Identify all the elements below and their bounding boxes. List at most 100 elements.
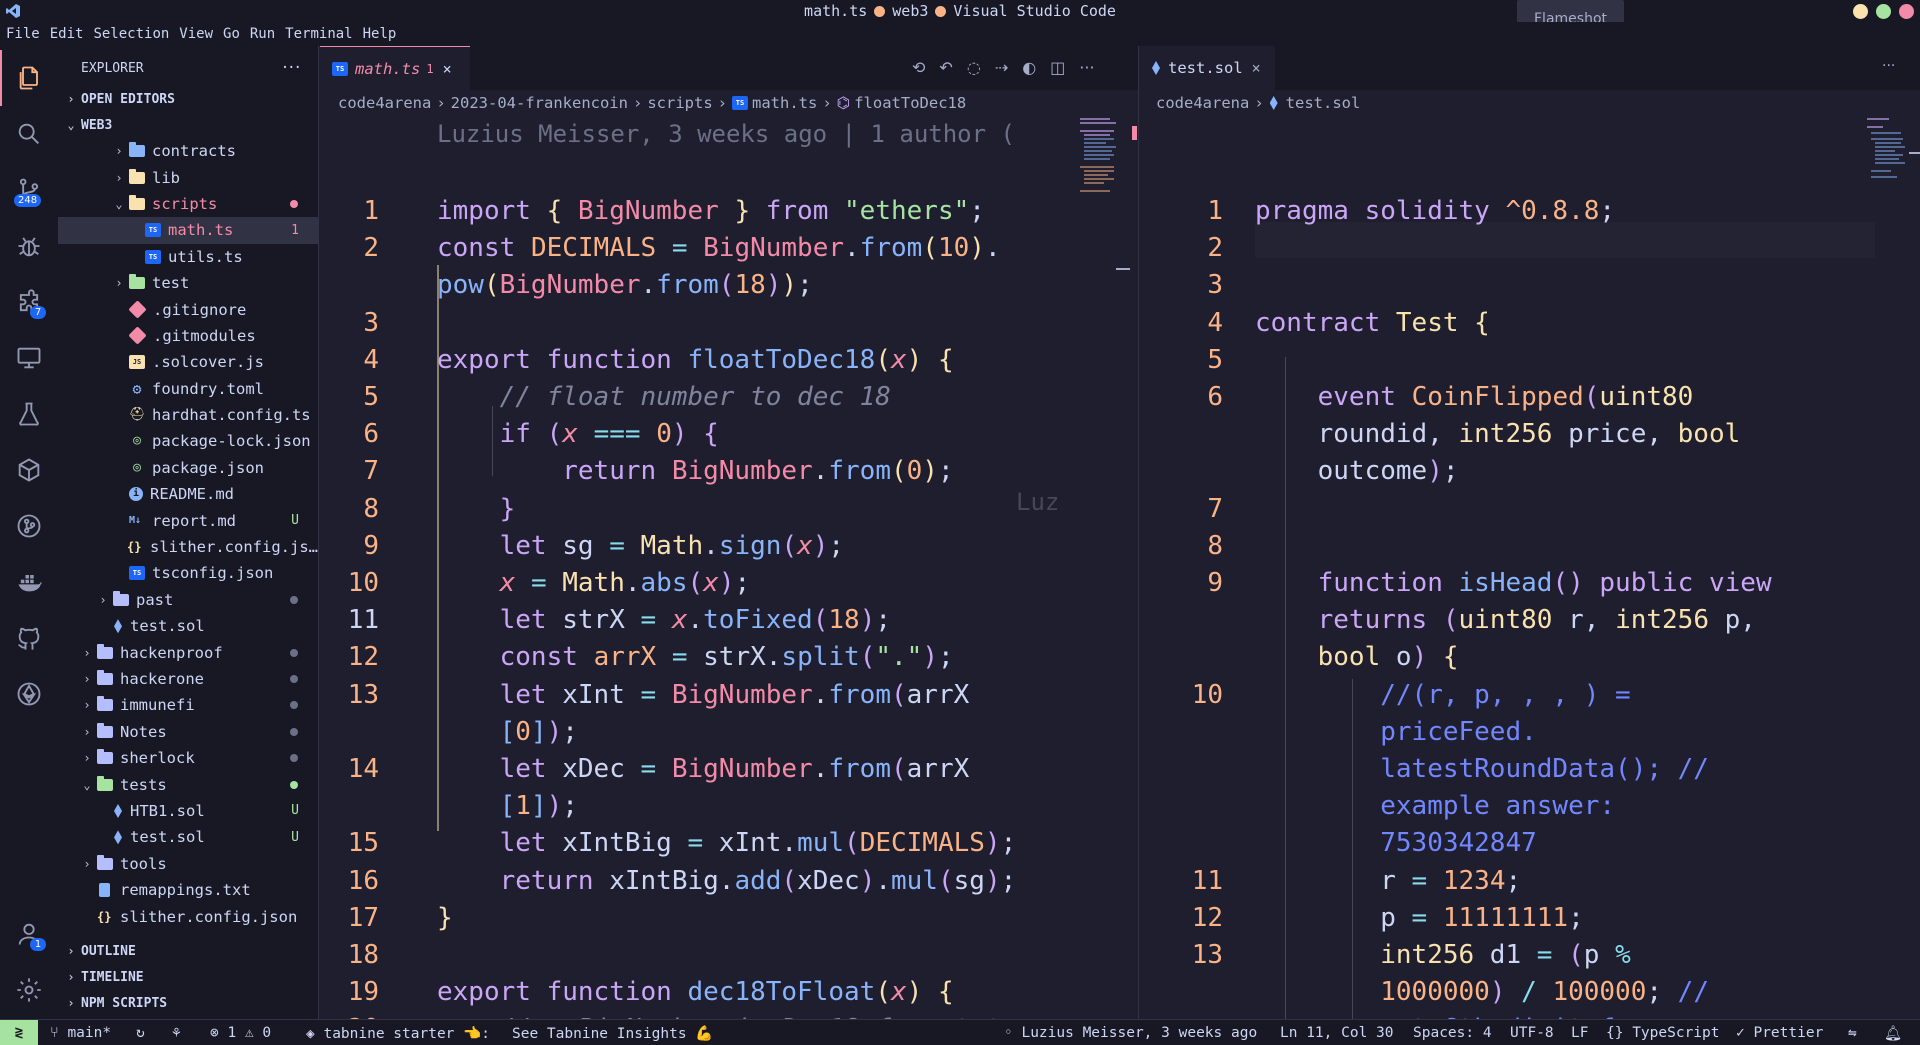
menu-run[interactable]: Run [250,26,275,42]
code-line[interactable]: latestRoundData(); // [1255,751,1709,788]
code-line[interactable]: outcome); [1255,453,1459,490]
tree-item[interactable]: .gitmodules [58,323,318,349]
code-line[interactable]: return BigNumber.from(0); [437,453,953,490]
open-editors-section[interactable]: › OPEN EDITORS [58,86,318,112]
code-line[interactable]: priceFeed. [1255,714,1537,751]
code-line[interactable]: return xIntBig.add(xDec).mul(sg); [437,863,1017,900]
tabnine-insights[interactable]: See Tabnine Insights 💪 [512,1025,713,1042]
tree-item[interactable]: test.sol [58,613,318,639]
remote-indicator-button[interactable]: ≷ [0,1020,38,1045]
tree-item[interactable]: › hackenproof [58,639,318,665]
code-line[interactable]: let xIntBig = xInt.mul(DECIMALS); [437,825,1017,862]
language-status[interactable]: {} TypeScript [1606,1025,1720,1041]
more-actions-icon[interactable]: ··· [1079,58,1094,77]
code-line[interactable]: roundid, int256 price, bool [1255,416,1741,453]
code-line[interactable]: //(r, p, , , ) = [1255,677,1630,714]
code-line[interactable]: r = 1234; [1255,863,1521,900]
code-line[interactable]: contract Test { [1255,305,1490,342]
codelens-blame[interactable]: Luzius Meisser, 3 weeks ago | 1 author (… [437,116,1017,153]
code-line[interactable]: let xDec = BigNumber.from(arrX [437,751,970,788]
code-line[interactable]: let strX = x.toFixed(18); [437,602,891,639]
breadcrumb-item[interactable]: scripts [647,94,712,112]
tree-item[interactable]: › test [58,270,318,296]
menu-go[interactable]: Go [223,26,240,42]
remote-explorer-activity[interactable] [0,330,58,386]
encoding-status[interactable]: UTF-8 [1510,1025,1554,1041]
code-line[interactable]: function isHead() public view [1255,565,1772,602]
history-icon[interactable]: ⟲ [912,58,925,77]
branch-status[interactable]: ⑂ main* [50,1025,111,1041]
tree-item[interactable]: ◎ package-lock.json [58,428,318,454]
tree-item[interactable]: › past [58,587,318,613]
git-graph-status-icon[interactable]: ⚘ [172,1025,181,1041]
ethereum-activity[interactable] [0,666,58,722]
breadcrumb-item[interactable]: math.ts [752,94,817,112]
more-actions-icon[interactable]: ··· [1882,58,1895,74]
code-line[interactable]: if (x === 0) { [437,416,719,453]
code-line[interactable]: example answer: [1255,788,1615,825]
minimize-button[interactable] [1853,4,1868,19]
tree-item[interactable]: HTB1.sol U [58,798,318,824]
tree-item[interactable]: ◎ package.json [58,455,318,481]
tree-item[interactable]: ⚙ foundry.toml [58,376,318,402]
code-line[interactable]: pragma solidity ^0.8.8; [1255,193,1615,230]
code-line[interactable]: } [437,900,453,937]
explorer-activity[interactable] [0,50,58,106]
maximize-button[interactable] [1876,4,1891,19]
gitlens-icon[interactable]: ◐ [1022,58,1036,77]
tree-item[interactable]: TS math.ts 1 [58,217,318,244]
code-line[interactable]: x = Math.abs(x); [437,565,751,602]
eol-status[interactable]: LF [1571,1025,1588,1041]
settings-activity[interactable] [0,962,58,1018]
code-line[interactable]: get 6th digit from [1255,1011,1662,1019]
breadcrumb-item[interactable]: test.sol [1286,94,1361,112]
close-window-button[interactable] [1899,4,1914,19]
code-line[interactable]: [1]); [437,788,578,825]
source-control-activity[interactable]: 248 [0,162,58,218]
breadcrumb-item[interactable]: code4arena [338,94,431,112]
code-line[interactable]: let xInt = BigNumber.from(arrX [437,677,970,714]
code-line[interactable]: } [437,491,516,528]
workspace-section[interactable]: ⌄ WEB3 [58,112,318,138]
code-line[interactable]: event CoinFlipped(uint80 [1255,379,1694,416]
tree-item[interactable]: › immunefi [58,692,318,718]
docker-activity[interactable] [0,554,58,610]
tree-item[interactable]: .gitignore [58,296,318,322]
blame-status[interactable]: ◦ Luzius Meisser, 3 weeks ago [1004,1025,1257,1041]
tree-item[interactable]: {} slither.config.json [58,903,318,929]
code-line[interactable]: let sg = Math.sign(x); [437,528,844,565]
code-line[interactable]: p = 11111111; [1255,900,1584,937]
tab-math-ts[interactable]: TS math.ts 1 × [320,46,470,90]
diff-previous-icon[interactable]: ↶ [939,58,952,77]
code-line[interactable]: //x: BigNumber in Dec18 format to [437,1011,1017,1019]
tree-item[interactable]: TS tsconfig.json [58,560,318,586]
code-line[interactable]: [0]); [437,714,578,751]
menu-file[interactable]: File [6,26,40,42]
git-commit-icon[interactable]: ◌ [967,58,981,77]
code-line[interactable]: int256 d1 = (p % [1255,937,1630,974]
tree-item[interactable]: › sherlock [58,745,318,771]
notifications-bell-icon[interactable]: 🔔︎ [1884,1025,1902,1042]
code-line[interactable]: bool o) { [1255,639,1459,676]
tree-item[interactable]: {} slither.config.js… [58,534,318,560]
github-activity[interactable] [0,610,58,666]
code-line[interactable]: returns (uint80 r, int256 p, [1255,602,1756,639]
extensions-activity[interactable]: 7 [0,274,58,330]
tree-item[interactable]: › lib [58,164,318,190]
code-line[interactable]: const arrX = strX.split("."); [437,639,954,676]
tree-item[interactable]: ⌄ scripts [58,191,318,217]
menu-edit[interactable]: Edit [50,26,84,42]
git-compare-icon[interactable]: ⇢ [995,58,1008,77]
right-minimap[interactable] [1867,116,1911,256]
left-minimap[interactable] [1080,116,1124,256]
debug-activity[interactable] [0,218,58,274]
tree-item[interactable]: › contracts [58,138,318,164]
menu-view[interactable]: View [179,26,213,42]
tree-item[interactable]: › Notes [58,719,318,745]
code-line[interactable]: 7530342847 [1255,825,1537,862]
close-tab-icon[interactable]: × [1252,59,1261,77]
code-line[interactable]: export function dec18ToFloat(x) { [437,974,954,1011]
tree-item[interactable]: › tools [58,851,318,877]
tabnine-status[interactable]: ◈ tabnine starter 👈: [306,1025,490,1042]
menu-selection[interactable]: Selection [93,26,169,42]
